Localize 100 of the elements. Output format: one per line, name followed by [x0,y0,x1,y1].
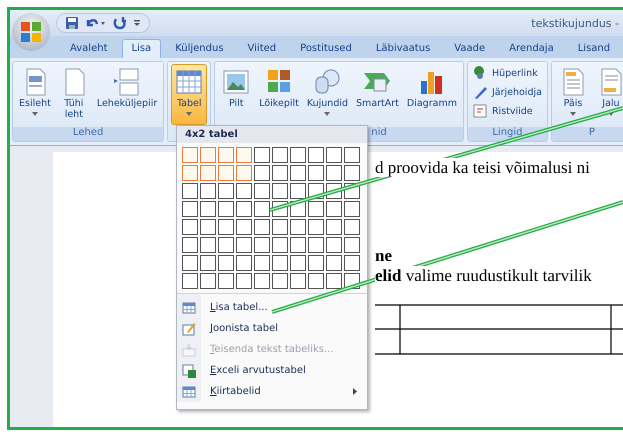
grid-cell[interactable] [236,165,252,181]
customize-toolbar-icon[interactable] [133,18,141,28]
grid-cell[interactable] [272,219,288,235]
ribbon-button[interactable]: Pilt [218,64,254,125]
grid-cell[interactable] [290,219,306,235]
grid-cell[interactable] [218,165,234,181]
grid-cell[interactable] [254,201,270,217]
grid-cell[interactable] [326,237,342,253]
grid-cell[interactable] [272,273,288,289]
ribbon-button[interactable]: Järjehoidja [470,83,544,101]
grid-cell[interactable] [218,183,234,199]
grid-cell[interactable] [182,273,198,289]
ribbon-tab[interactable]: Arendaja [499,39,564,58]
ribbon-button[interactable]: Hüperlink [470,64,544,82]
grid-cell[interactable] [326,255,342,271]
grid-cell[interactable] [200,165,216,181]
grid-cell[interactable] [290,255,306,271]
ribbon-button[interactable]: Tühi leht [56,64,92,125]
grid-cell[interactable] [308,201,324,217]
ribbon-button[interactable]: Ristviide [470,102,544,120]
grid-cell[interactable] [182,237,198,253]
grid-cell[interactable] [326,273,342,289]
grid-cell[interactable] [200,237,216,253]
grid-cell[interactable] [326,219,342,235]
grid-cell[interactable] [272,147,288,163]
grid-cell[interactable] [182,147,198,163]
grid-cell[interactable] [236,273,252,289]
grid-cell[interactable] [200,183,216,199]
grid-cell[interactable] [236,183,252,199]
grid-cell[interactable] [254,219,270,235]
grid-cell[interactable] [308,237,324,253]
grid-cell[interactable] [290,273,306,289]
grid-cell[interactable] [254,165,270,181]
grid-cell[interactable] [200,219,216,235]
menu-item[interactable]: Kiirtabelid [177,381,367,402]
grid-cell[interactable] [326,147,342,163]
grid-cell[interactable] [218,255,234,271]
grid-cell[interactable] [218,147,234,163]
grid-cell[interactable] [272,255,288,271]
grid-cell[interactable] [272,165,288,181]
ribbon-button[interactable]: Kujundid [304,64,352,125]
grid-cell[interactable] [236,237,252,253]
grid-cell[interactable] [200,147,216,163]
ribbon-tab[interactable]: Avaleht [60,39,118,58]
grid-cell[interactable] [236,255,252,271]
ribbon-tab[interactable]: Vaade [444,39,496,58]
grid-cell[interactable] [344,165,360,181]
grid-cell[interactable] [236,147,252,163]
grid-cell[interactable] [218,273,234,289]
grid-cell[interactable] [254,273,270,289]
grid-cell[interactable] [272,237,288,253]
grid-cell[interactable] [344,147,360,163]
grid-cell[interactable] [200,201,216,217]
grid-cell[interactable] [290,147,306,163]
ribbon-button[interactable]: Esileht [16,64,54,125]
menu-item[interactable]: Lisa tabel... [177,297,367,318]
menu-item[interactable]: Exceli arvutustabel [177,360,367,381]
menu-item[interactable]: Joonista tabel [177,318,367,339]
ribbon-tab[interactable]: Lisa [122,39,162,58]
ribbon-button[interactable]: Leheküljepiir [94,64,160,125]
grid-cell[interactable] [236,219,252,235]
grid-cell[interactable] [308,165,324,181]
grid-cell[interactable] [236,201,252,217]
grid-cell[interactable] [218,237,234,253]
grid-cell[interactable] [344,219,360,235]
ribbon-button[interactable]: SmartArt [353,64,402,125]
grid-cell[interactable] [254,255,270,271]
grid-cell[interactable] [272,183,288,199]
grid-cell[interactable] [182,183,198,199]
ribbon-tab[interactable]: Viited [238,39,286,58]
grid-cell[interactable] [182,219,198,235]
grid-cell[interactable] [326,165,342,181]
grid-cell[interactable] [218,201,234,217]
grid-cell[interactable] [308,219,324,235]
redo-icon[interactable] [113,16,127,30]
grid-cell[interactable] [290,165,306,181]
grid-cell[interactable] [254,237,270,253]
grid-cell[interactable] [254,147,270,163]
grid-cell[interactable] [254,183,270,199]
grid-cell[interactable] [308,255,324,271]
grid-cell[interactable] [218,219,234,235]
ribbon-tab[interactable]: Läbivaatus [366,39,440,58]
ribbon-button[interactable]: Lõikepilt [256,64,302,125]
grid-cell[interactable] [326,201,342,217]
grid-cell[interactable] [182,165,198,181]
grid-cell[interactable] [200,273,216,289]
grid-cell[interactable] [200,255,216,271]
grid-cell[interactable] [344,201,360,217]
grid-cell[interactable] [182,201,198,217]
grid-cell[interactable] [290,183,306,199]
grid-cell[interactable] [344,255,360,271]
grid-cell[interactable] [290,237,306,253]
grid-cell[interactable] [308,273,324,289]
ribbon-button[interactable]: Diagramm [404,64,460,125]
grid-cell[interactable] [344,237,360,253]
grid-cell[interactable] [182,255,198,271]
ribbon-tab[interactable]: Postitused [290,39,362,58]
save-icon[interactable] [65,16,79,30]
ribbon-button[interactable]: Päis [554,64,591,125]
ribbon-button[interactable]: Jalu [592,64,623,125]
